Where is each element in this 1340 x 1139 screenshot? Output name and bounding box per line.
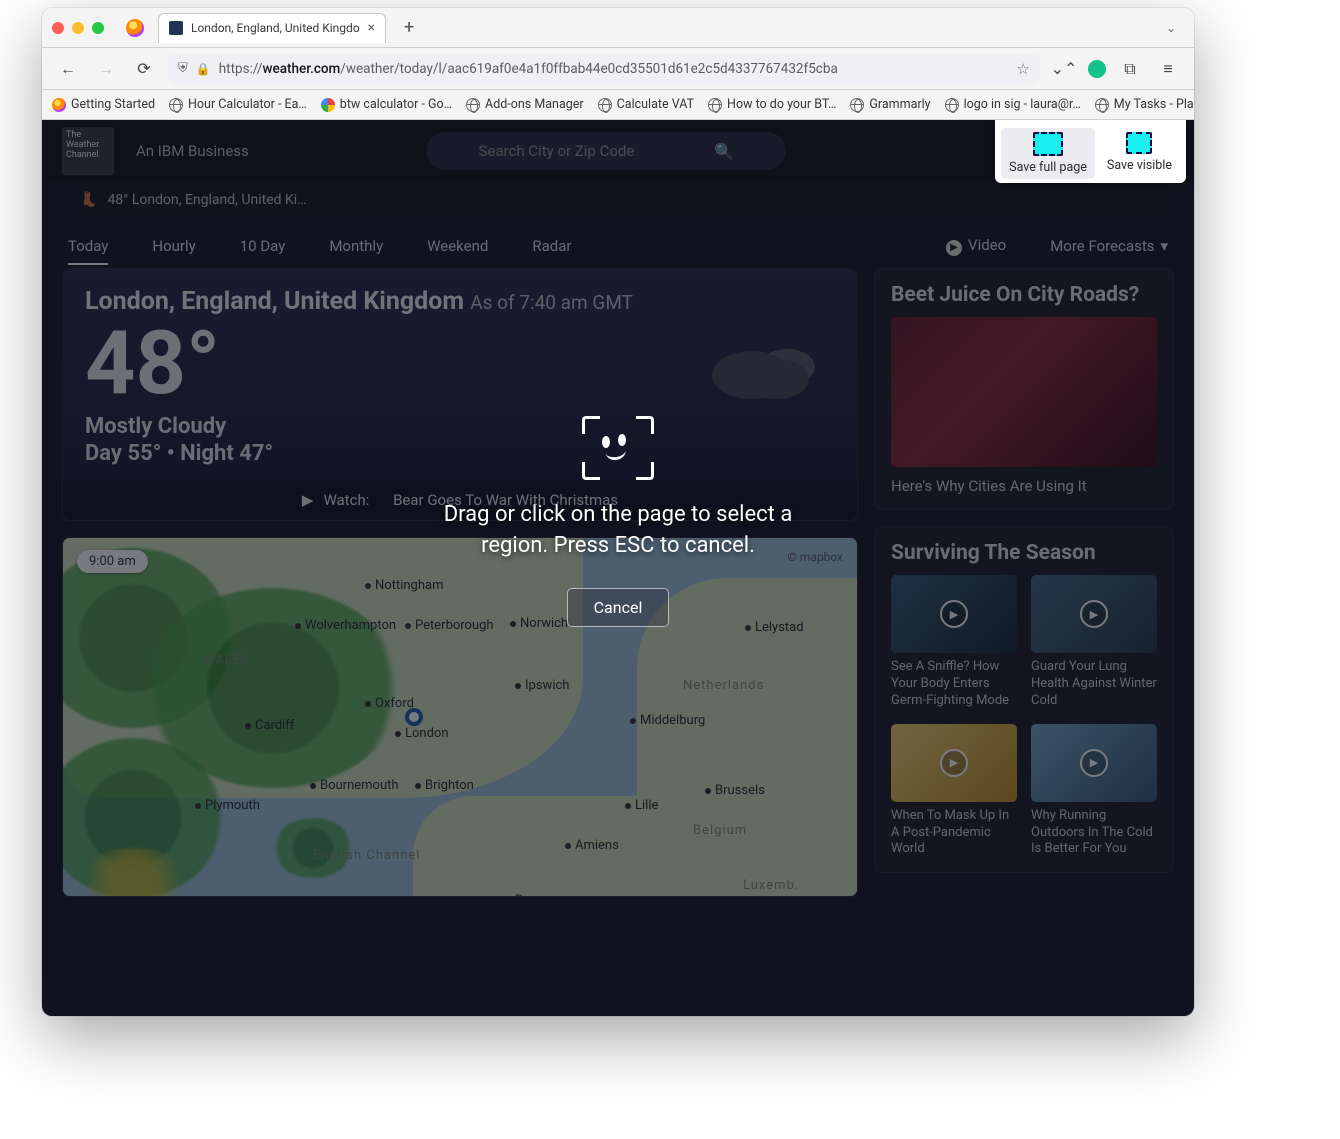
close-tab-icon[interactable]: × [368,20,375,36]
new-tab-button[interactable]: + [396,15,422,41]
forward-button: → [92,55,120,83]
titlebar: London, England, United Kingdo × + ⌄ [42,8,1194,48]
globe-icon [850,98,864,112]
bookmark-item[interactable]: Hour Calculator - Ea… [169,97,307,112]
grammarly-extension-icon[interactable] [1088,60,1106,78]
tab-favicon [169,21,183,35]
globe-icon [945,98,959,112]
firefox-icon [126,19,144,37]
maximize-window[interactable] [92,22,104,34]
save-full-page-button[interactable]: Save full page [1001,128,1095,179]
screenshot-instruction: Drag or click on the page to select a re… [428,500,808,562]
google-icon [321,98,335,112]
globe-icon [169,98,183,112]
bookmark-star-icon[interactable]: ☆ [1017,60,1030,78]
extensions-icon[interactable]: ⧉ [1116,55,1144,83]
bookmark-item[interactable]: Grammarly [850,97,930,112]
bookmark-item[interactable]: How to do your BT… [708,97,836,112]
screenshot-save-panel: Save full page Save visible [995,120,1186,183]
tab-title: London, England, United Kingdo [191,21,360,35]
firefox-icon [52,98,66,112]
bookmark-item[interactable]: Calculate VAT [598,97,694,112]
back-button[interactable]: ← [54,55,82,83]
bookmark-item[interactable]: Getting Started [52,97,155,112]
screenshot-prompt: Drag or click on the page to select a re… [42,416,1194,627]
globe-icon [1095,98,1109,112]
globe-icon [466,98,480,112]
browser-window: London, England, United Kingdo × + ⌄ ← →… [42,8,1194,1016]
visible-area-icon [1126,132,1152,154]
globe-icon [598,98,612,112]
lock-icon[interactable]: 🔒 [196,62,211,76]
bookmarks-bar: Getting Started Hour Calculator - Ea… bt… [42,90,1194,120]
shield-icon[interactable]: ⛨ [178,61,188,76]
globe-icon [708,98,722,112]
window-controls [52,22,104,34]
page-content: The Weather Channel An IBM Business Sear… [42,120,1194,1016]
screenshot-face-icon [582,416,654,480]
full-page-icon [1033,132,1063,156]
reload-button[interactable]: ⟳ [130,55,158,83]
browser-tab[interactable]: London, England, United Kingdo × [158,13,386,43]
bookmark-item[interactable]: Add-ons Manager [466,97,584,112]
toolbar: ← → ⟳ ⛨ 🔒 https://weather.com/weather/to… [42,48,1194,90]
bookmark-item[interactable]: logo in sig - laura@r… [945,97,1081,112]
bookmark-item[interactable]: btw calculator - Go… [321,97,452,112]
cancel-button[interactable]: Cancel [567,588,670,627]
pocket-icon[interactable]: ⌄⌃ [1050,55,1078,83]
bookmark-item[interactable]: My Tasks - Planner [1095,97,1194,112]
list-tabs-button[interactable]: ⌄ [1158,17,1184,39]
address-bar[interactable]: ⛨ 🔒 https://weather.com/weather/today/l/… [168,54,1040,84]
minimize-window[interactable] [72,22,84,34]
close-window[interactable] [52,22,64,34]
app-menu-button[interactable]: ≡ [1154,55,1182,83]
url-text: https://weather.com/weather/today/l/aac6… [219,61,1009,77]
save-visible-button[interactable]: Save visible [1099,128,1180,179]
